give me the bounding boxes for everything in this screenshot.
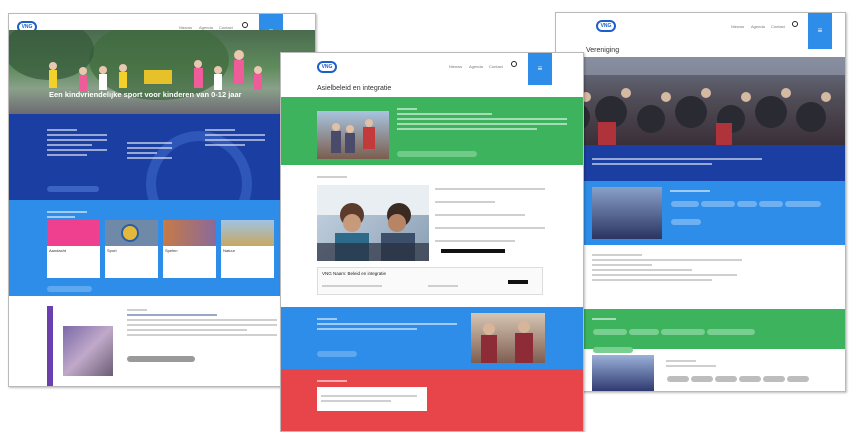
red-card[interactable] [317,387,427,411]
blue-section: Aandacht Sport Spelen Natuur [9,200,315,296]
vng-logo[interactable]: VNG [596,20,616,32]
sub-card-title: VNG Naam: Beleid en integratie [322,271,387,276]
tag-button[interactable] [593,347,633,353]
navy-band [556,145,845,181]
tag-button[interactable] [707,329,755,335]
family-photo [317,111,389,159]
nav-link[interactable]: Agenda [751,24,765,29]
crowd-photo [556,57,845,145]
white-section [9,296,315,386]
hero-photo: Een kindvriendelijke sport voor kinderen… [9,30,315,114]
card[interactable]: Aandacht [47,220,100,278]
search-icon[interactable] [511,61,517,67]
team-photo [592,355,654,391]
nav-link[interactable]: Nieuws [449,64,462,69]
green-band [556,309,845,353]
card[interactable]: Natuur [221,220,274,278]
vng-logo[interactable]: VNG [317,61,337,73]
black-bar [508,280,528,284]
tag-button[interactable] [593,329,627,335]
purple-strip [47,306,53,386]
white-feature: VNG Naam: Beleid en integratie [281,165,583,307]
black-bar [441,249,505,253]
tag-button[interactable] [763,376,785,382]
sub-card[interactable]: VNG Naam: Beleid en integratie [317,267,543,295]
nav-link[interactable]: Contact [489,64,503,69]
right-page: VNG Nieuws Agenda Contact ≡ Vereniging [555,12,846,392]
green-section [281,97,583,165]
search-icon[interactable] [792,21,798,27]
nav-link[interactable]: Nieuws [731,24,744,29]
blue-section [281,307,583,369]
blue-button[interactable] [47,286,92,292]
green-button[interactable] [397,151,477,157]
tag-button[interactable] [739,376,761,382]
right-header: VNG Nieuws Agenda Contact ≡ [556,13,845,49]
search-icon[interactable] [242,22,248,28]
card[interactable]: Sport [105,220,158,278]
tag-button[interactable] [661,329,705,335]
tag-button[interactable] [671,219,701,225]
tag-button[interactable] [671,201,699,207]
left-page: VNG Nieuws Agenda Contact ≡ Een kindvrie… [8,13,316,387]
tag-button[interactable] [667,376,689,382]
navy-section [9,114,315,200]
meeting-illustration [481,321,533,363]
blue-band [556,181,845,245]
page-title: Asielbeleid en integratie [317,85,392,92]
menu-button[interactable]: ≡ [808,13,832,49]
tag-button[interactable] [715,376,737,382]
menu-button[interactable]: ≡ [528,53,552,85]
blue-button[interactable] [317,351,357,357]
tag-button[interactable] [701,201,735,207]
navy-button[interactable] [47,186,99,192]
nav-link[interactable]: Contact [771,24,785,29]
meeting-photo [471,313,545,363]
tag-button[interactable] [785,201,821,207]
tag-button[interactable] [787,376,809,382]
group-photo [592,187,662,239]
crowd-illustration [556,57,845,145]
people-photo [63,326,113,376]
nav-link[interactable]: Agenda [469,64,483,69]
grey-button[interactable] [127,356,195,362]
card[interactable]: Spelen [163,220,216,278]
red-section [281,369,583,431]
middle-header: VNG Nieuws Agenda Contact ≡ [281,53,583,85]
tag-button[interactable] [759,201,783,207]
tag-button[interactable] [691,376,713,382]
white-list [592,251,772,284]
people-illustration [331,119,375,153]
students-illustration [317,185,429,261]
page-title: Vereniging [586,47,620,54]
hero-caption: Een kindvriendelijke sport voor kinderen… [49,90,242,99]
students-photo [317,185,429,261]
kids-illustration [9,30,262,100]
middle-page: VNG Nieuws Agenda Contact ≡ Asielbeleid … [280,52,584,432]
tag-button[interactable] [629,329,659,335]
tag-button[interactable] [737,201,757,207]
